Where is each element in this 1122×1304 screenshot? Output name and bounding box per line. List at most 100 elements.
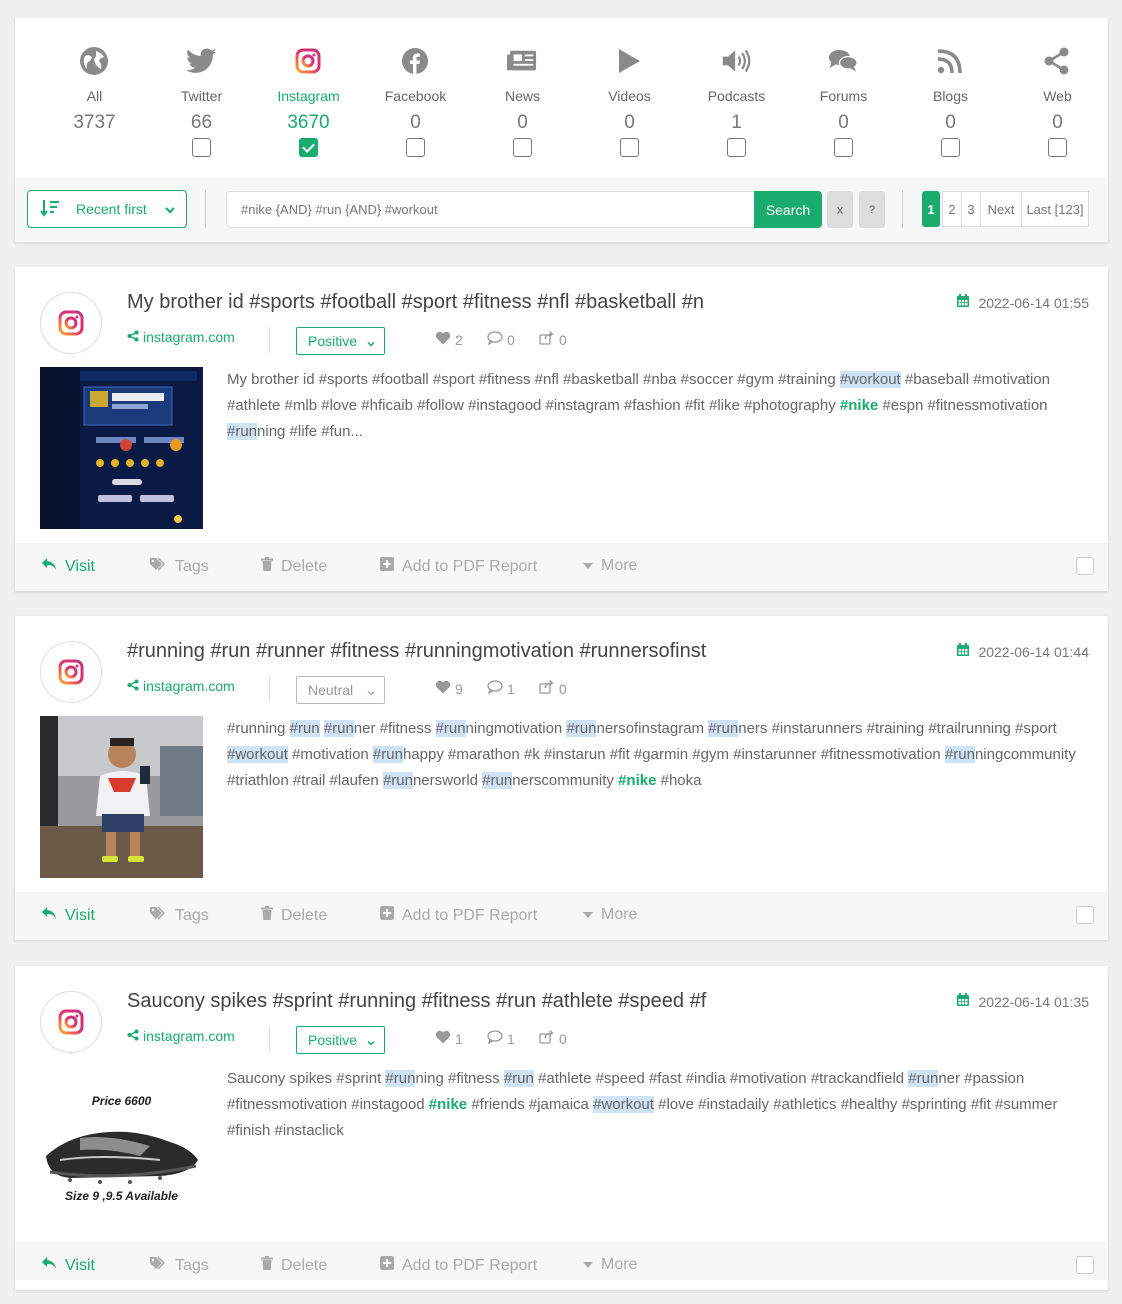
- sort-dropdown[interactable]: Recent first: [27, 190, 187, 228]
- post-select-checkbox[interactable]: [1076, 1256, 1094, 1274]
- clear-search-button[interactable]: x: [827, 191, 853, 228]
- post-select-checkbox[interactable]: [1076, 557, 1094, 575]
- post-source-link[interactable]: instagram.com: [127, 678, 235, 694]
- post-date-text: 2022-06-14 01:44: [978, 643, 1089, 660]
- post-date: 2022-06-14 01:44: [956, 643, 1089, 660]
- source-count: 0: [945, 112, 956, 133]
- source-count: 0: [517, 112, 528, 133]
- comments-icon: [828, 46, 858, 76]
- more-button[interactable]: More: [583, 1256, 637, 1274]
- highlight-term: #run: [227, 423, 258, 440]
- post-body: Saucony spikes #sprint #running #fitness…: [227, 1066, 1087, 1144]
- delete-label: Delete: [281, 1256, 328, 1274]
- comments-stat: 1: [487, 680, 539, 697]
- last-page-button[interactable]: Last [123]: [1021, 191, 1089, 227]
- source-label: Instagram: [277, 88, 340, 104]
- source-checkbox[interactable]: [192, 138, 211, 157]
- post-body: #running #run #runner #fitness #runningm…: [227, 716, 1087, 794]
- post-image[interactable]: [40, 716, 203, 878]
- source-checkbox[interactable]: [834, 138, 853, 157]
- comment-icon: [487, 331, 503, 348]
- reply-icon: [41, 1256, 57, 1275]
- caret-down-icon: [583, 557, 593, 575]
- comment-icon: [487, 1030, 503, 1047]
- source-checkbox[interactable]: [406, 138, 425, 157]
- search-toolbar: Recent first Search x ? 1 2 3 Next Last …: [15, 178, 1108, 242]
- trash-icon: [261, 1256, 273, 1275]
- add-pdf-button[interactable]: Add to PDF Report: [380, 557, 537, 576]
- volume-icon: [721, 46, 751, 76]
- post-text: #motivation: [287, 746, 373, 763]
- twitter-icon: [186, 46, 216, 76]
- page-1-button[interactable]: 1: [922, 191, 940, 227]
- source-checkbox[interactable]: [727, 138, 746, 157]
- source-checkbox[interactable]: [1048, 138, 1067, 157]
- page-3-button[interactable]: 3: [961, 191, 981, 227]
- plus-square-icon: [380, 557, 394, 576]
- source-label: Web: [1043, 88, 1072, 104]
- post-title[interactable]: Saucony spikes #sprint #running #fitness…: [127, 990, 706, 1013]
- post-text: #athlete #speed #fast #india #motivation…: [533, 1070, 909, 1087]
- image-caption-size: Size 9 ,9.5 Available: [65, 1189, 178, 1203]
- likes-stat: 9: [435, 680, 487, 697]
- tags-button[interactable]: Tags: [149, 557, 209, 576]
- divider: [269, 1026, 270, 1052]
- visit-button[interactable]: Visit: [41, 1256, 95, 1275]
- next-page-button[interactable]: Next: [980, 191, 1022, 227]
- post-image[interactable]: [40, 367, 203, 529]
- post-text: Saucony spikes #sprint: [227, 1070, 386, 1087]
- reply-icon: [41, 557, 57, 576]
- tags-button[interactable]: Tags: [149, 906, 209, 925]
- post-image[interactable]: Price 6600 Size 9 ,9.5 Available: [40, 1066, 203, 1228]
- sentiment-dropdown[interactable]: Positive: [296, 327, 385, 355]
- instagram-icon: [40, 292, 102, 354]
- delete-label: Delete: [281, 557, 328, 575]
- search-help-button[interactable]: ?: [859, 191, 885, 228]
- likes-stat: 2: [435, 331, 487, 348]
- pagination: 1 2 3 Next Last [123]: [922, 191, 1089, 227]
- post-source-link[interactable]: instagram.com: [127, 1028, 235, 1044]
- delete-button[interactable]: Delete: [261, 906, 327, 925]
- post-source-text: instagram.com: [143, 678, 235, 694]
- add-pdf-button[interactable]: Add to PDF Report: [380, 906, 537, 925]
- sentiment-dropdown[interactable]: Neutral: [296, 676, 385, 704]
- caret-down-icon: [583, 906, 593, 924]
- delete-button[interactable]: Delete: [261, 557, 327, 576]
- delete-button[interactable]: Delete: [261, 1256, 327, 1275]
- highlight-term: #run: [482, 772, 513, 789]
- heart-icon: [435, 331, 451, 348]
- chevron-down-icon: [164, 203, 176, 219]
- visit-button[interactable]: Visit: [41, 906, 95, 925]
- share-icon: [1042, 46, 1072, 76]
- plus-square-icon: [380, 906, 394, 925]
- page-2-button[interactable]: 2: [942, 191, 962, 227]
- post-title[interactable]: #running #run #runner #fitness #runningm…: [127, 640, 706, 663]
- source-checkbox[interactable]: [299, 138, 318, 157]
- search-button[interactable]: Search: [754, 191, 822, 228]
- highlight-term: #workout: [227, 746, 288, 763]
- source-checkbox[interactable]: [513, 138, 532, 157]
- rss-icon: [935, 46, 965, 76]
- source-checkbox[interactable]: [620, 138, 639, 157]
- highlight-term: #run: [289, 720, 320, 737]
- post-select-checkbox[interactable]: [1076, 906, 1094, 924]
- visit-button[interactable]: Visit: [41, 557, 95, 576]
- more-button[interactable]: More: [583, 557, 637, 575]
- tags-label: Tags: [175, 557, 209, 575]
- add-pdf-button[interactable]: Add to PDF Report: [380, 1256, 537, 1275]
- post-title[interactable]: My brother id #sports #football #sport #…: [127, 291, 704, 314]
- post-source-link[interactable]: instagram.com: [127, 329, 235, 345]
- heart-icon: [435, 680, 451, 697]
- shares-stat: 0: [539, 331, 591, 348]
- source-checkbox[interactable]: [941, 138, 960, 157]
- filter-panel: All 3737 Twitter 66 Instagram 3670 Faceb…: [15, 18, 1108, 242]
- tags-button[interactable]: Tags: [149, 1256, 209, 1275]
- source-label: News: [504, 88, 540, 104]
- trash-icon: [261, 906, 273, 925]
- sentiment-dropdown[interactable]: Positive: [296, 1026, 385, 1054]
- more-button[interactable]: More: [583, 906, 637, 924]
- search-input[interactable]: [226, 191, 756, 228]
- share-square-icon: [539, 331, 555, 348]
- post-text: #running: [227, 720, 290, 737]
- more-label: More: [601, 557, 638, 574]
